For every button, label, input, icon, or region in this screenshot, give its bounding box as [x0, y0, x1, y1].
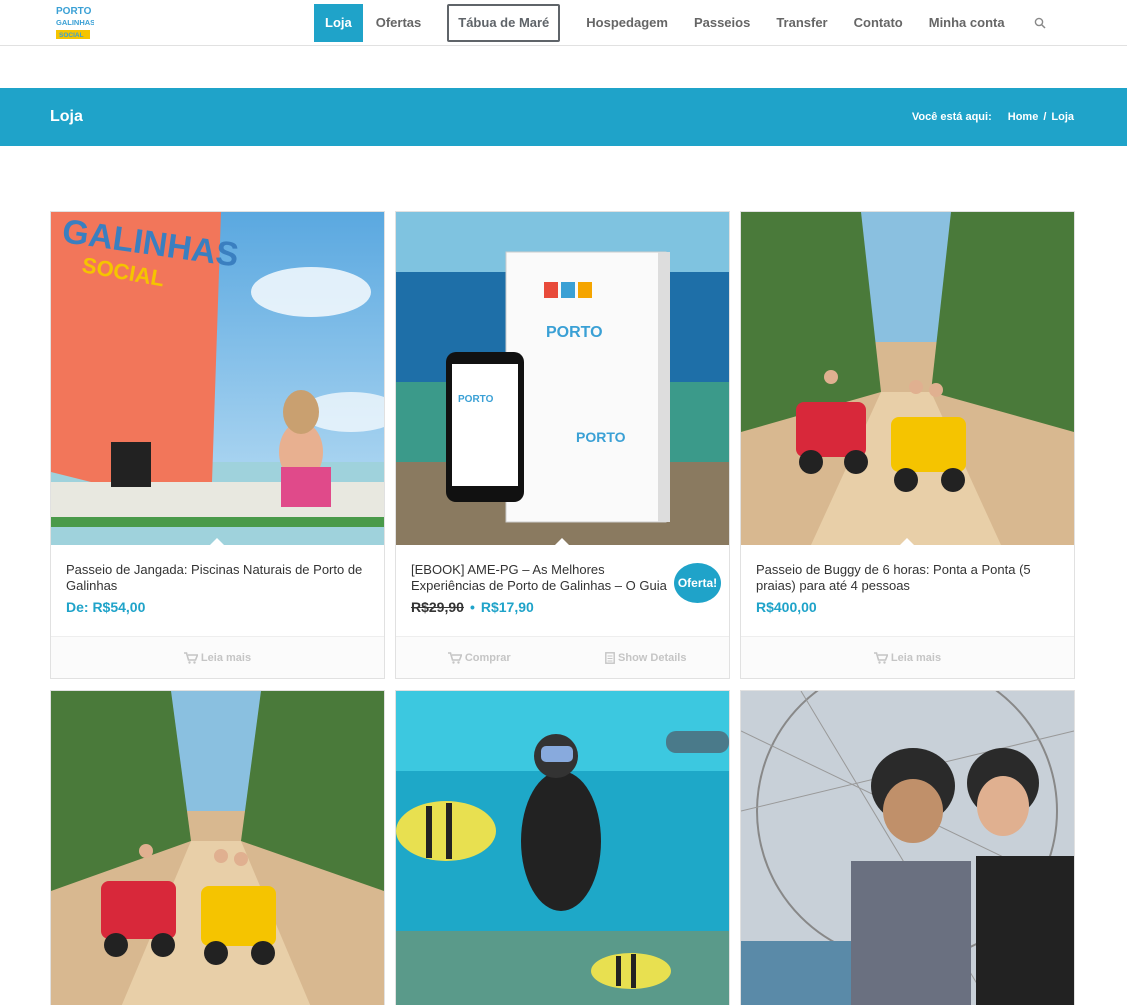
svg-text:PORTO: PORTO [576, 429, 626, 445]
product-price: R$400,00 [756, 599, 817, 615]
image-pointer [210, 538, 224, 545]
product-card: PORTO PORTO PORTO [EBOOK] AME-PG – As Me… [395, 211, 730, 679]
page-title: Loja [50, 108, 83, 125]
product-image-jangada[interactable]: GALINHAS SOCIAL [51, 212, 384, 545]
product-actions: Leia mais [741, 636, 1074, 678]
product-card: Passeio de Buggy de 6 horas: Ponta a Pon… [740, 211, 1075, 679]
cart-icon [447, 651, 462, 664]
product-image-ebook[interactable]: PORTO PORTO PORTO [396, 212, 729, 545]
read-more-button[interactable]: Leia mais [183, 651, 252, 664]
product-info: Passeio de Buggy de 6 horas: Ponta a Pon… [741, 545, 1074, 636]
image-pointer [900, 538, 914, 545]
nav-minha-conta[interactable]: Minha conta [916, 0, 1018, 46]
nav-passeios[interactable]: Passeios [681, 0, 763, 46]
buy-label: Comprar [464, 651, 511, 664]
product-actions: Comprar Show Details [396, 636, 729, 678]
product-old-price: R$29,90 [411, 599, 464, 615]
image-pointer [555, 538, 569, 545]
product-title[interactable]: Passeio de Buggy de 6 horas: Ponta a Pon… [756, 562, 1059, 594]
breadcrumb: Você está aqui: Home / Loja [912, 111, 1074, 123]
breadcrumb-home-link[interactable]: Home [1008, 111, 1039, 123]
breadcrumb-separator: / [1043, 111, 1047, 123]
product-info: [EBOOK] AME-PG – As Melhores Experiência… [396, 545, 729, 636]
product-card [395, 690, 730, 1005]
breadcrumb-prefix: Você está aqui: [911, 111, 992, 123]
product-info: Passeio de Jangada: Piscinas Naturais de… [51, 545, 384, 636]
product-sale-price: R$17,90 [480, 599, 534, 615]
product-title[interactable]: Passeio de Jangada: Piscinas Naturais de… [66, 562, 369, 594]
product-actions: Leia mais [51, 636, 384, 678]
product-price: De: R$54,00 [66, 599, 146, 615]
svg-text:SOCIAL: SOCIAL [59, 32, 84, 39]
product-image-buggy-2[interactable] [51, 691, 384, 1005]
nav-loja[interactable]: Loja [314, 4, 363, 42]
product-card [50, 690, 385, 1005]
read-more-label: Leia mais [890, 651, 942, 664]
svg-text:PORTO: PORTO [458, 394, 494, 405]
svg-text:PORTO: PORTO [546, 324, 603, 341]
site-logo[interactable]: PORTO GALINHAS SOCIAL [54, 3, 95, 43]
nav-tabua-de-mare[interactable]: Tábua de Maré [447, 4, 561, 42]
svg-text:GALINHAS: GALINHAS [56, 18, 94, 27]
search-icon[interactable] [1030, 0, 1050, 46]
show-details-label: Show Details [618, 651, 687, 664]
product-card: GALINHAS SOCIAL Passeio de Jangada: Pisc… [50, 211, 385, 679]
nav-ofertas[interactable]: Ofertas [363, 0, 435, 46]
main-nav: Loja Ofertas Tábua de Maré Hospedagem Pa… [314, 0, 1050, 46]
site-header: PORTO GALINHAS SOCIAL Loja Ofertas Tábua… [0, 0, 1127, 46]
show-details-button[interactable]: Show Details [605, 652, 686, 664]
price-separator: • [469, 599, 475, 615]
product-image-buggy[interactable] [741, 212, 1074, 545]
page-title-bar: Loja Você está aqui: Home / Loja [0, 88, 1127, 146]
svg-text:PORTO: PORTO [56, 6, 92, 17]
document-icon [605, 651, 615, 664]
cart-icon [183, 651, 198, 664]
buy-button[interactable]: Comprar [447, 651, 511, 664]
product-image-diving[interactable] [396, 691, 729, 1005]
nav-contato[interactable]: Contato [841, 0, 916, 46]
sale-badge: Oferta! [674, 563, 721, 603]
product-image-paragliding[interactable] [741, 691, 1074, 1005]
nav-hospedagem[interactable]: Hospedagem [573, 0, 681, 46]
nav-transfer[interactable]: Transfer [763, 0, 840, 46]
product-card [740, 690, 1075, 1005]
read-more-label: Leia mais [200, 651, 252, 664]
product-price: R$29,90 • R$17,90 [411, 599, 714, 615]
read-more-button[interactable]: Leia mais [873, 651, 942, 664]
breadcrumb-current: Loja [1051, 111, 1074, 123]
product-title[interactable]: [EBOOK] AME-PG – As Melhores Experiência… [411, 562, 714, 594]
cart-icon [873, 651, 888, 664]
